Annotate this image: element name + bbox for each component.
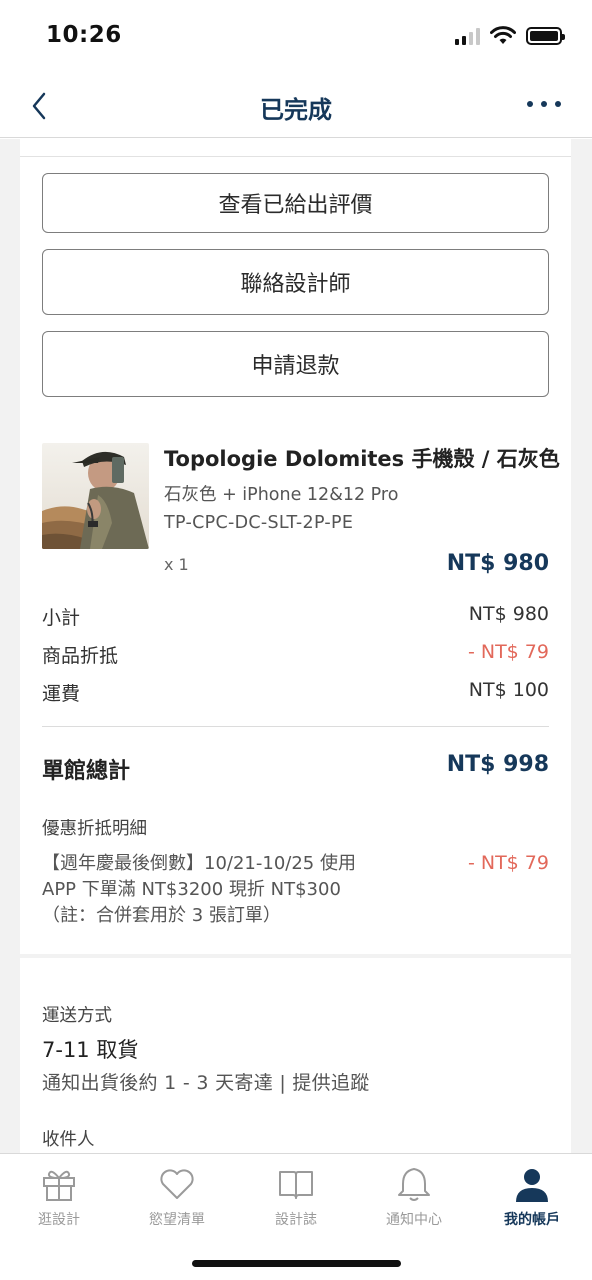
shipping-card: 運送方式 7-11 取貨 通知出貨後約 1 - 3 天寄達 | 提供追蹤 收件人 [20, 958, 571, 1153]
more-dot [555, 101, 561, 107]
tab-my-account[interactable]: 我的帳戶 [473, 1162, 591, 1232]
tab-browse-design[interactable]: 逛設計 [0, 1162, 118, 1232]
more-dot [541, 101, 547, 107]
tab-label: 設計誌 [275, 1212, 317, 1228]
product-name[interactable]: Topologie Dolomites 手機殼 / 石灰色 [164, 443, 560, 473]
divider [42, 726, 549, 727]
tab-magazine[interactable]: 設計誌 [237, 1162, 355, 1232]
product-sku: TP-CPC-DC-SLT-2P-PE [164, 513, 354, 533]
heart-icon [160, 1169, 194, 1199]
home-indicator [192, 1260, 401, 1267]
more-dot [527, 101, 533, 107]
order-card: 查看已給出評價 聯絡設計師 申請退款 Topologie Dolomites 手… [20, 139, 571, 954]
tab-label: 逛設計 [38, 1212, 80, 1228]
cellular-signal-icon [455, 27, 480, 45]
status-icons [455, 26, 565, 46]
tab-wishlist[interactable]: 慾望清單 [118, 1162, 236, 1232]
tab-notifications[interactable]: 通知中心 [355, 1162, 473, 1232]
promo-line: （註：合併套用於 3 張訂單） [42, 905, 281, 926]
subtotal-value: NT$ 980 [468, 603, 549, 625]
promo-value: - NT$ 79 [467, 852, 549, 874]
shipping-method-title: 運送方式 [42, 1006, 112, 1026]
refund-button[interactable]: 申請退款 [42, 331, 549, 397]
tab-label: 我的帳戶 [504, 1212, 560, 1228]
discount-value: - NT$ 79 [467, 641, 549, 663]
bell-icon [398, 1168, 430, 1201]
order-detail-content[interactable]: 查看已給出評價 聯絡設計師 申請退款 Topologie Dolomites 手… [0, 139, 592, 1153]
page-title: 已完成 [260, 96, 332, 124]
product-variant: 石灰色 + iPhone 12&12 Pro [164, 485, 399, 505]
shipping-fee-label: 運費 [42, 683, 81, 705]
status-time: 10:26 [46, 22, 122, 48]
tab-label: 慾望清單 [149, 1212, 205, 1228]
subtotal-label: 小計 [42, 607, 81, 629]
view-review-button[interactable]: 查看已給出評價 [42, 173, 549, 233]
contact-designer-button[interactable]: 聯絡設計師 [42, 249, 549, 315]
discount-label: 商品折抵 [42, 645, 119, 667]
shipping-method: 7-11 取貨 [42, 1038, 139, 1062]
divider [20, 156, 571, 157]
tab-label: 通知中心 [386, 1212, 442, 1228]
recipient-title: 收件人 [42, 1130, 95, 1150]
shipping-fee-value: NT$ 100 [468, 679, 549, 701]
battery-icon [526, 27, 565, 45]
promo-line: 【週年慶最後倒數】10/21-10/25 使用 [42, 853, 356, 874]
gift-icon [43, 1170, 75, 1201]
store-total-value: NT$ 998 [446, 752, 549, 777]
book-icon [279, 1171, 313, 1199]
product-quantity: x 1 [164, 555, 189, 574]
product-image[interactable] [42, 443, 149, 549]
store-total-label: 單館總計 [42, 759, 131, 784]
more-options-button[interactable] [524, 92, 564, 116]
user-icon [516, 1169, 548, 1202]
promo-detail-title: 優惠折抵明細 [42, 819, 147, 839]
promo-line: APP 下單滿 NT$3200 現折 NT$300 [42, 879, 341, 900]
wifi-icon [490, 26, 516, 44]
promo-description: 【週年慶最後倒數】10/21-10/25 使用 APP 下單滿 NT$3200 … [42, 851, 422, 929]
nav-bar: 已完成 [0, 76, 592, 138]
product-price: NT$ 980 [446, 551, 549, 576]
status-bar: 10:26 [0, 0, 592, 76]
shipping-note: 通知出貨後約 1 - 3 天寄達 | 提供追蹤 [42, 1072, 370, 1094]
